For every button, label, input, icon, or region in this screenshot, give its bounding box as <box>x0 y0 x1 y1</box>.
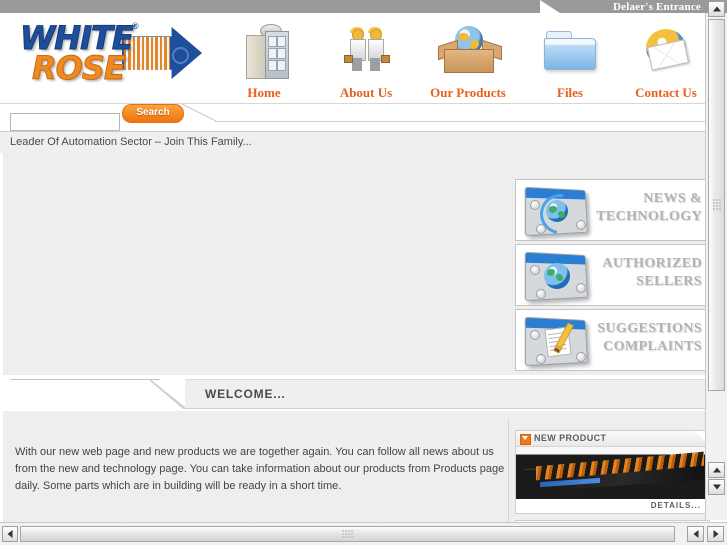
panel-line-1: SUGGESTIONS <box>597 321 702 336</box>
site-header: White ® Rose <box>0 13 706 103</box>
welcome-wedge-decoration <box>150 379 188 409</box>
welcome-banner: WELCOME... <box>0 375 706 411</box>
nav-item-home[interactable]: Home <box>215 21 313 103</box>
search-strip: Search <box>0 103 706 132</box>
browser-window: Delaer's Entrance White ® Rose <box>0 0 727 545</box>
horizontal-scroll-thumb[interactable] <box>20 526 675 542</box>
nav-item-files[interactable]: Files <box>521 21 619 103</box>
panel-line-2: COMPLAINTS <box>603 339 702 354</box>
site-logo[interactable]: White ® Rose <box>12 15 204 95</box>
welcome-content-area: With our new web page and new products w… <box>0 411 710 545</box>
panel-suggestions-complaints-label: SUGGESTIONS COMPLAINTS <box>597 320 702 356</box>
strip-diagonal-decoration <box>182 104 218 122</box>
vertical-scrollbar[interactable] <box>705 1 727 520</box>
folder-globe-ring-icon <box>522 184 596 240</box>
nav-label-home: Home <box>247 85 281 100</box>
mail-globe-icon <box>636 23 696 81</box>
nav-item-about-us[interactable]: About Us <box>317 21 415 103</box>
strip-rule <box>215 121 706 122</box>
logo-registered-mark: ® <box>132 21 139 31</box>
details-link-1[interactable]: DETAILS... <box>651 501 701 510</box>
panel-news-technology[interactable]: NEWS & TECHNOLOGY <box>515 179 709 241</box>
horizontal-scroll-nav <box>687 526 725 542</box>
panel-line-1: NEWS & <box>643 191 702 206</box>
building-icon <box>234 23 294 81</box>
welcome-body-text: With our new web page and new products w… <box>15 446 505 492</box>
search-input[interactable] <box>10 113 120 131</box>
nav-item-our-products[interactable]: Our Products <box>419 21 517 103</box>
scroll-left-button[interactable] <box>2 526 18 542</box>
folder-paper-pencil-icon <box>522 314 596 367</box>
tagline-bar: Leader Of Automation Sector – Join This … <box>0 131 706 154</box>
main-navigation: Home About Us Our Products Files Contact… <box>215 21 705 103</box>
nav-label-about-us: About Us <box>339 85 393 100</box>
dealer-entrance-link[interactable]: Delaer's Entrance <box>613 1 701 13</box>
new-product-image-1 <box>516 447 709 499</box>
scroll-left-button-2[interactable] <box>687 526 704 542</box>
horizontal-scrollbar[interactable] <box>0 522 727 545</box>
new-product-card-1[interactable]: NEW PRODUCT DETAILS... <box>515 430 710 514</box>
new-product-details-row-1: DETAILS... <box>516 499 709 513</box>
scroll-down-button[interactable] <box>708 479 725 495</box>
welcome-title: WELCOME... <box>205 387 286 401</box>
nav-label-files: Files <box>557 85 583 100</box>
welcome-rule <box>10 379 160 380</box>
new-product-header-1: NEW PRODUCT <box>516 431 709 447</box>
nav-item-contact-us[interactable]: Contact Us <box>617 21 715 103</box>
panel-news-technology-label: NEWS & TECHNOLOGY <box>596 190 702 226</box>
scroll-up-button-secondary[interactable] <box>708 462 725 478</box>
panel-authorized-sellers[interactable]: AUTHORIZED SELLERS <box>515 244 709 306</box>
panel-suggestions-complaints[interactable]: SUGGESTIONS COMPLAINTS <box>515 309 709 371</box>
main-content-area: NEWS & TECHNOLOGY AUTHORIZED SELLERS SUG… <box>0 153 709 375</box>
vertical-scroll-thumb[interactable] <box>708 19 725 391</box>
box-globe-icon <box>438 23 502 81</box>
content-divider <box>508 419 509 526</box>
people-icon <box>336 23 396 81</box>
new-product-title-1: NEW PRODUCT <box>534 433 607 443</box>
panel-authorized-sellers-label: AUTHORIZED SELLERS <box>602 255 702 291</box>
folder-icon <box>540 23 600 81</box>
new-product-badge-icon <box>520 434 531 445</box>
nav-label-our-products: Our Products <box>430 85 506 100</box>
panel-line-2: TECHNOLOGY <box>596 209 702 224</box>
welcome-title-box: WELCOME... <box>185 379 706 409</box>
quick-links-panel-stack: NEWS & TECHNOLOGY AUTHORIZED SELLERS SUG… <box>515 179 709 374</box>
search-button[interactable]: Search <box>122 104 184 123</box>
scroll-right-button[interactable] <box>707 526 724 542</box>
logo-text-rose: Rose <box>32 49 127 88</box>
folder-globe-icon <box>522 249 596 302</box>
panel-line-1: AUTHORIZED <box>602 256 702 271</box>
tagline-text: Leader Of Automation Sector – Join This … <box>10 136 252 148</box>
page-canvas: White ® Rose <box>0 13 710 545</box>
logo-arrow-icon <box>122 27 202 79</box>
panel-line-2: SELLERS <box>636 274 702 289</box>
scroll-up-button[interactable] <box>708 1 725 17</box>
nav-label-contact-us: Contact Us <box>635 85 697 100</box>
